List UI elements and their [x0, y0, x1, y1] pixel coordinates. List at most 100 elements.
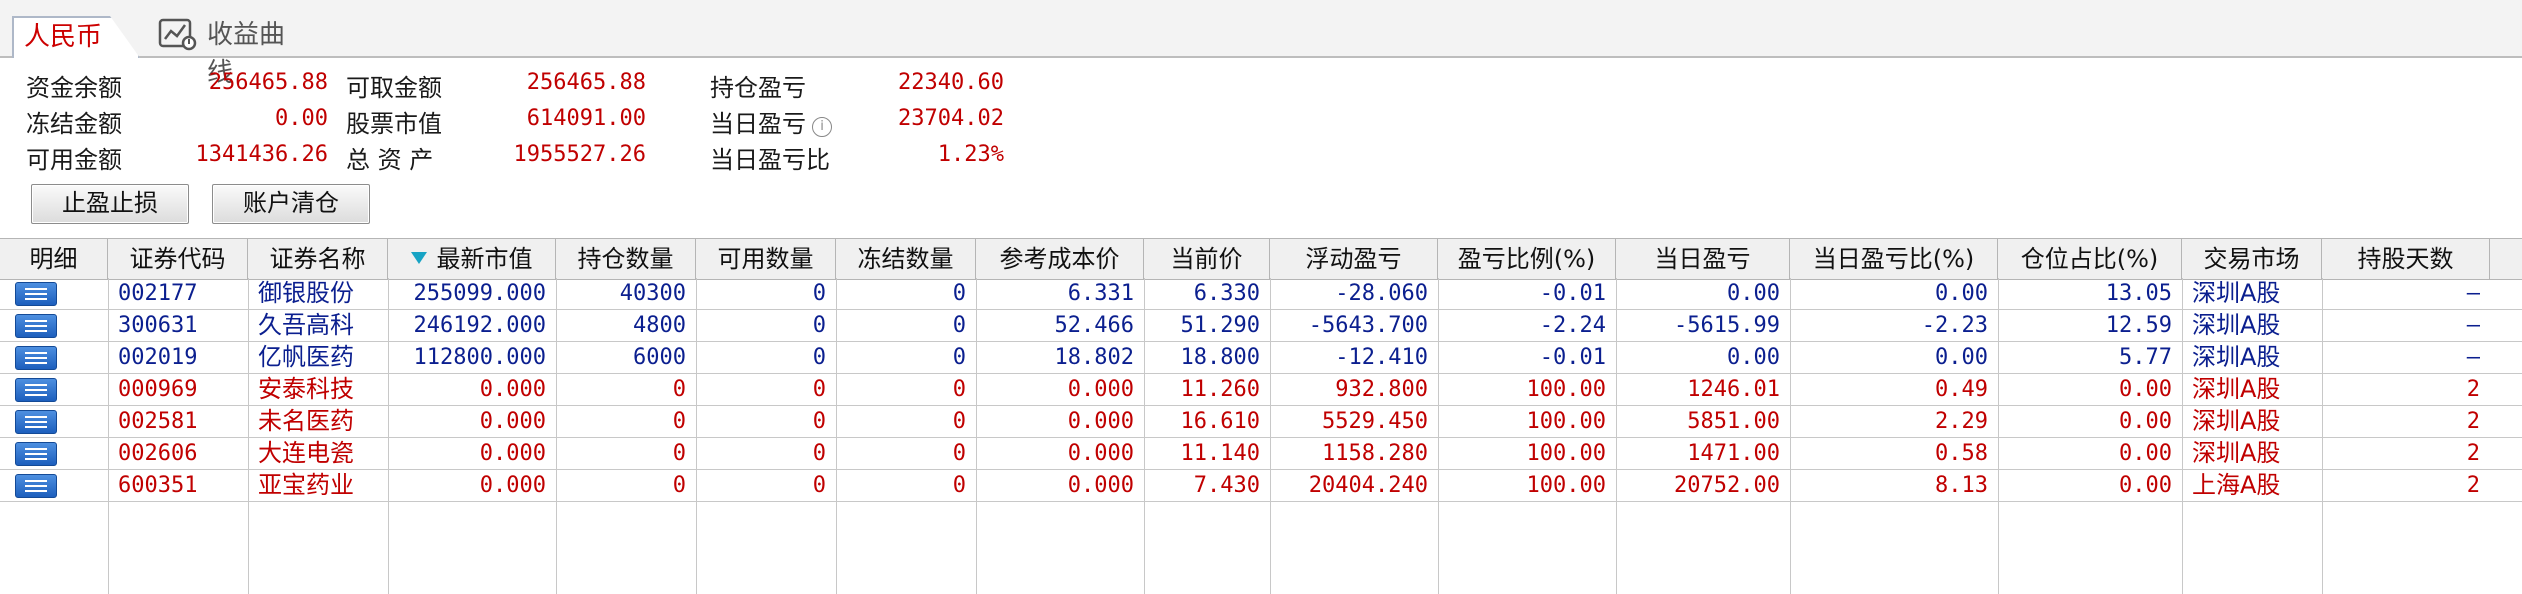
- col-float-pl-cell: 932.800: [1335, 377, 1428, 402]
- col-pl-ratio-cell: 100.00: [1526, 409, 1606, 434]
- col-today-pl-header[interactable]: 当日盈亏: [1616, 239, 1790, 279]
- col-current-price-header[interactable]: 当前价: [1144, 239, 1270, 279]
- col-position-ratio-cell: 0.00: [2119, 377, 2172, 402]
- col-market-value-cell: 0.000: [479, 377, 546, 402]
- col-current-price-cell: 51.290: [1180, 313, 1260, 338]
- col-ref-cost-cell: 52.466: [1054, 313, 1134, 338]
- table-row[interactable]: 002177 御银股份 255099.000 40300 0 0 6.331 6.330 -28…: [0, 278, 2522, 310]
- clear-account-button[interactable]: 账户清仓: [212, 184, 370, 224]
- col-pl-ratio-cell: 100.00: [1526, 377, 1606, 402]
- col-float-pl-header[interactable]: 浮动盈亏: [1270, 239, 1438, 279]
- total-assets-label: 总 资 产: [346, 146, 434, 174]
- stock-value-label: 股票市值: [346, 110, 442, 138]
- today-pl-ratio-label: 当日盈亏比: [710, 146, 830, 174]
- col-code-cell: 000969: [118, 377, 198, 402]
- col-frozen-qty-header[interactable]: 冻结数量: [836, 239, 976, 279]
- col-code-cell: 002019: [118, 345, 198, 370]
- col-qty-header[interactable]: 持仓数量: [556, 239, 696, 279]
- col-exchange-header[interactable]: 交易市场: [2182, 239, 2322, 279]
- col-pl-ratio-cell: -0.01: [1539, 281, 1606, 306]
- col-exchange-cell: 深圳A股: [2192, 311, 2281, 339]
- tab-rmb[interactable]: 人民币: [12, 16, 140, 58]
- detail-list-icon[interactable]: [15, 282, 57, 306]
- col-current-price-label: 当前价: [1170, 245, 1243, 273]
- col-qty-cell: 6000: [633, 345, 686, 370]
- col-name-cell: 亚宝药业: [258, 471, 354, 499]
- col-ref-cost-header[interactable]: 参考成本价: [976, 239, 1144, 279]
- detail-list-icon[interactable]: [15, 442, 57, 466]
- col-holding-days-cell: —: [2466, 345, 2480, 370]
- col-holding-days-cell: 2: [2466, 409, 2480, 434]
- col-current-price-cell: 6.330: [1193, 281, 1260, 306]
- col-name-cell: 大连电瓷: [258, 439, 354, 467]
- detail-list-icon[interactable]: [15, 346, 57, 370]
- col-detail-label: 明细: [29, 245, 78, 273]
- col-frozen-qty-cell: 0: [952, 345, 966, 370]
- col-frozen-qty-cell: 0: [952, 281, 966, 306]
- col-qty-cell: 40300: [619, 281, 686, 306]
- table-row[interactable]: 000969 安泰科技 0.000 0 0 0 0.000 11.260 932.800 100.…: [0, 374, 2522, 406]
- col-exchange-cell: 深圳A股: [2192, 407, 2281, 435]
- col-position-ratio-cell: 0.00: [2119, 409, 2172, 434]
- col-available-qty-header[interactable]: 可用数量: [696, 239, 836, 279]
- col-pl-ratio-label: 盈亏比例(%): [1457, 245, 1596, 273]
- col-market-value-label: 最新市值: [436, 245, 533, 273]
- col-position-ratio-cell: 0.00: [2119, 473, 2172, 498]
- detail-list-icon[interactable]: [15, 410, 57, 434]
- col-pl-ratio-header[interactable]: 盈亏比例(%): [1438, 239, 1616, 279]
- col-qty-cell: 0: [672, 377, 686, 402]
- col-holding-days-cell: 2: [2466, 377, 2480, 402]
- col-market-value-header[interactable]: 最新市值: [388, 239, 556, 279]
- col-frozen-qty-label: 冻结数量: [857, 245, 954, 273]
- col-pl-ratio-cell: 100.00: [1526, 473, 1606, 498]
- table-row[interactable]: 600351 亚宝药业 0.000 0 0 0 0.000 7.430 20404.240 100…: [0, 470, 2522, 502]
- col-today-pl-ratio-header[interactable]: 当日盈亏比(%): [1790, 239, 1998, 279]
- stock-value-value: 614091.00: [526, 106, 646, 131]
- positions-grid: 明细 证券代码 证券名称 最新市值 持仓数量 可用数量 冻结数量 参考成本价 当前价 浮动盈亏 盈亏…: [0, 238, 2522, 594]
- info-icon[interactable]: i: [812, 117, 832, 137]
- col-current-price-cell: 7.430: [1193, 473, 1260, 498]
- table-row[interactable]: 300631 久吾高科 246192.000 4800 0 0 52.466 51.290 -5…: [0, 310, 2522, 342]
- col-code-cell: 300631: [118, 313, 198, 338]
- stop-profit-loss-button[interactable]: 止盈止损: [31, 184, 189, 224]
- col-code-header[interactable]: 证券代码: [108, 239, 248, 279]
- col-name-cell: 久吾高科: [258, 311, 354, 339]
- col-today-pl-ratio-label: 当日盈亏比(%): [1812, 245, 1975, 273]
- col-code-cell: 002606: [118, 441, 198, 466]
- detail-list-icon[interactable]: [15, 314, 57, 338]
- col-name-cell: 未名医药: [258, 407, 354, 435]
- col-today-pl-cell: -5615.99: [1674, 313, 1780, 338]
- tab-profit-curve[interactable]: 收益曲线: [155, 16, 295, 88]
- frozen-value: 0.00: [275, 106, 328, 131]
- col-frozen-qty-cell: 0: [952, 409, 966, 434]
- col-qty-cell: 0: [672, 473, 686, 498]
- col-exchange-cell: 上海A股: [2192, 471, 2281, 499]
- col-name-header[interactable]: 证券名称: [248, 239, 388, 279]
- table-row[interactable]: 002019 亿帆医药 112800.000 6000 0 0 18.802 18.800 -1…: [0, 342, 2522, 374]
- col-float-pl-cell: -28.060: [1335, 281, 1428, 306]
- col-exchange-cell: 深圳A股: [2192, 343, 2281, 371]
- col-frozen-qty-cell: 0: [952, 473, 966, 498]
- col-position-ratio-cell: 0.00: [2119, 441, 2172, 466]
- table-row[interactable]: 002606 大连电瓷 0.000 0 0 0 0.000 11.140 1158.280 100…: [0, 438, 2522, 470]
- detail-list-icon[interactable]: [15, 474, 57, 498]
- col-today-pl-cell: 20752.00: [1674, 473, 1780, 498]
- col-exchange-cell: 深圳A股: [2192, 375, 2281, 403]
- line-chart-icon: [158, 18, 197, 51]
- col-available-qty-cell: 0: [812, 345, 826, 370]
- col-holding-days-header[interactable]: 持股天数: [2322, 239, 2490, 279]
- col-exchange-cell: 深圳A股: [2192, 279, 2281, 307]
- col-frozen-qty-cell: 0: [952, 377, 966, 402]
- col-ref-cost-cell: 6.331: [1067, 281, 1134, 306]
- col-available-qty-cell: 0: [812, 377, 826, 402]
- today-pl-label-text: 当日盈亏: [710, 110, 806, 138]
- col-float-pl-cell: 5529.450: [1322, 409, 1428, 434]
- col-detail-header[interactable]: 明细: [0, 239, 108, 279]
- col-available-qty-cell: 0: [812, 313, 826, 338]
- col-today-pl-ratio-cell: 0.00: [1935, 281, 1988, 306]
- col-position-ratio-header[interactable]: 仓位占比(%): [1998, 239, 2182, 279]
- col-today-pl-ratio-cell: 0.49: [1935, 377, 1988, 402]
- tab-strip: 人民币 收益曲线: [0, 0, 2522, 88]
- detail-list-icon[interactable]: [15, 378, 57, 402]
- table-row[interactable]: 002581 未名医药 0.000 0 0 0 0.000 16.610 5529.450 100…: [0, 406, 2522, 438]
